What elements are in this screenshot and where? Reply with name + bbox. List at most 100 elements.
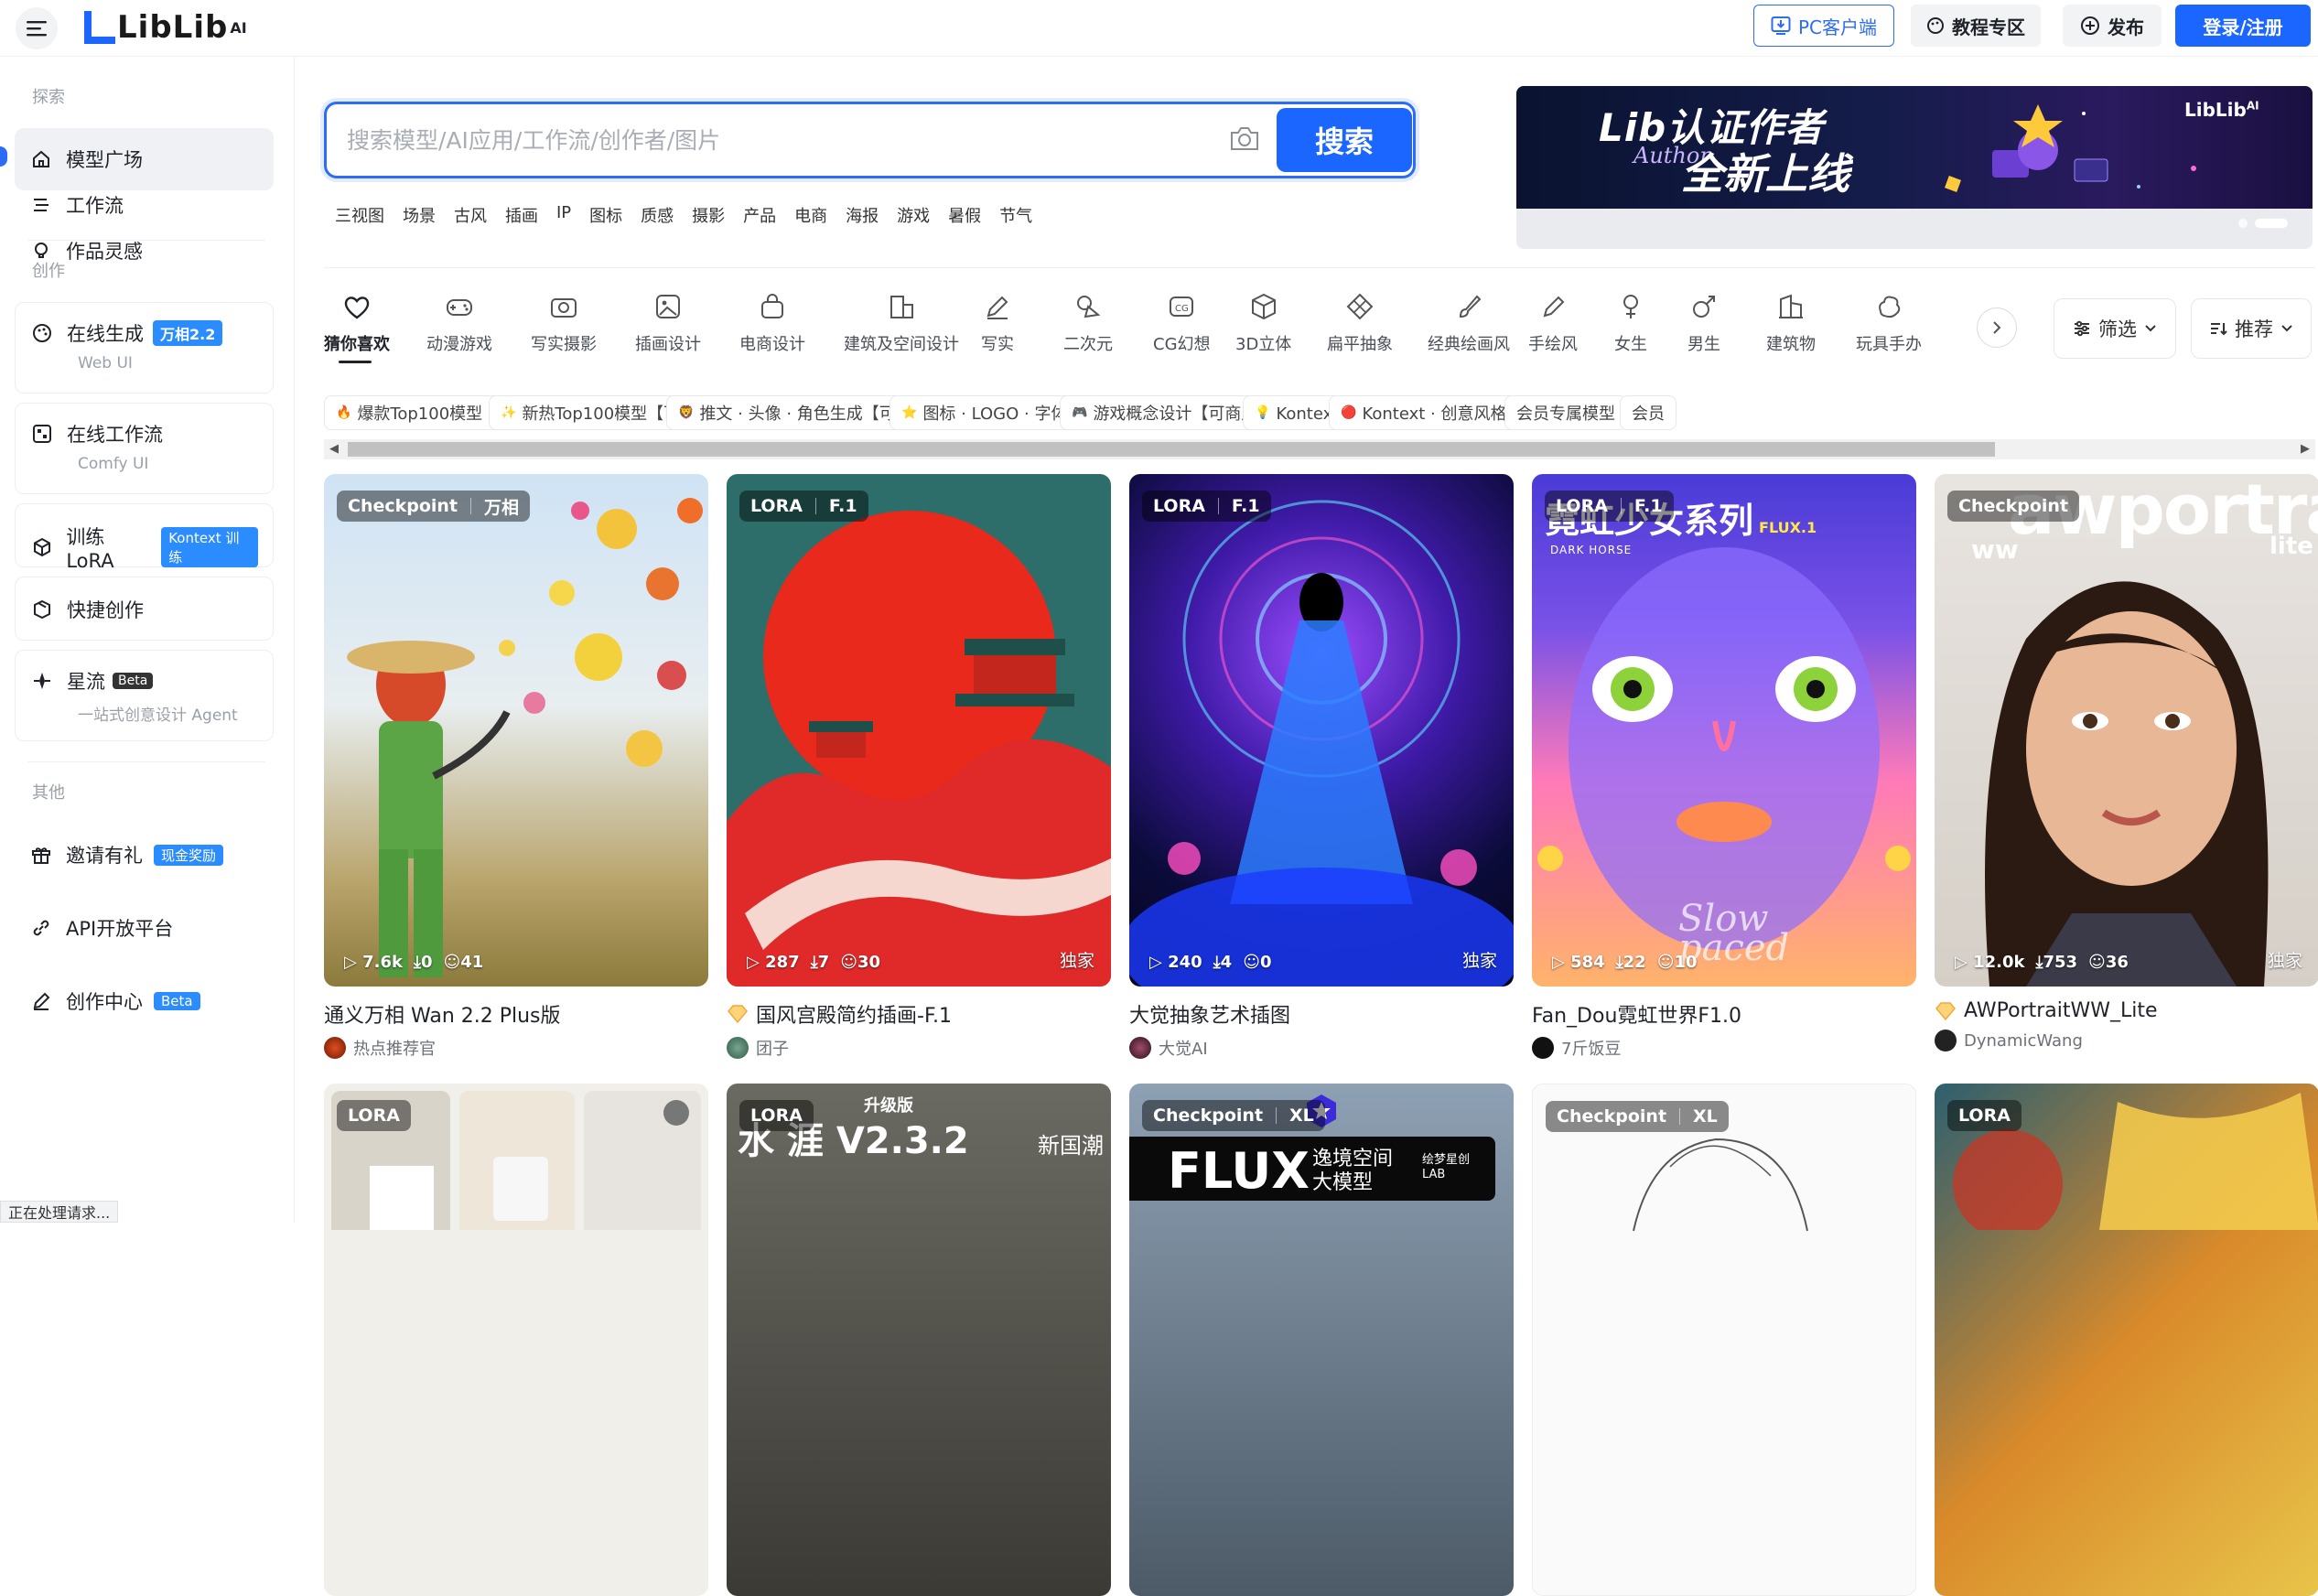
model-author[interactable]: 7斤饭豆 bbox=[1532, 1036, 1916, 1060]
collection-pill[interactable]: 🔴 Kontext · 创意风格 bbox=[1329, 395, 1519, 430]
category-tab[interactable]: 男生 bbox=[1687, 291, 1720, 355]
menu-icon[interactable] bbox=[16, 7, 58, 49]
category-tab[interactable]: 写实 bbox=[981, 291, 1014, 355]
hot-tag[interactable]: 电商 bbox=[794, 203, 827, 227]
hot-tag[interactable]: 图标 bbox=[589, 203, 622, 227]
model-author[interactable]: DynamicWang bbox=[1935, 1030, 2318, 1051]
tutorial-button[interactable]: 教程专区 bbox=[1911, 5, 2041, 47]
model-card[interactable]: 霓虹少女系列 FLUX.1 DARK HORSE Slow paced LORA F… bbox=[1532, 474, 1916, 1060]
model-card-image[interactable]: FLUX 逸境空间 大模型 绘梦星创 LAB Checkpoint XL bbox=[1129, 1084, 1514, 1596]
category-tab[interactable]: 经典绘画风 bbox=[1428, 291, 1510, 355]
hot-tag[interactable]: 产品 bbox=[743, 203, 776, 227]
carousel-dot-active[interactable] bbox=[2255, 219, 2288, 228]
model-title[interactable]: 大觉抽象艺术插图 bbox=[1129, 999, 1514, 1029]
hot-tag[interactable]: 场景 bbox=[403, 203, 436, 227]
promo-banner[interactable]: Lib认证作者 Author 全新上线 LibLibAI bbox=[1516, 86, 2313, 249]
search-input[interactable] bbox=[347, 117, 1170, 163]
category-tab[interactable]: 电商设计 bbox=[739, 291, 805, 355]
collection-pills: 🔥 爆款Top100模型【可商用】 ✨ 新热Top100模型【可商用】 🦁 推文 · 头像… bbox=[324, 395, 2315, 430]
scroll-left-arrow-icon[interactable]: ◀ bbox=[329, 442, 339, 456]
pill-icon: ⭐ bbox=[901, 405, 918, 420]
hot-tag[interactable]: 游戏 bbox=[897, 203, 930, 227]
carousel-dot[interactable] bbox=[2238, 219, 2248, 228]
hot-tag[interactable]: 三视图 bbox=[335, 203, 384, 227]
category-tab[interactable]: 扁平抽象 bbox=[1327, 291, 1393, 355]
hot-tag[interactable]: 暑假 bbox=[948, 203, 981, 227]
category-tab[interactable]: 猜你喜欢 bbox=[324, 291, 390, 355]
xingliu-card[interactable]: 星流 Beta 一站式创意设计 Agent bbox=[15, 650, 274, 741]
carousel-dots[interactable] bbox=[2238, 219, 2288, 228]
model-card[interactable]: awportrait ww lite Checkpoint ▷ 12.0k⤓75… bbox=[1935, 474, 2318, 1051]
model-author[interactable]: 大觉AI bbox=[1129, 1036, 1514, 1060]
hot-tag[interactable]: IP bbox=[556, 203, 571, 227]
divider bbox=[27, 761, 265, 762]
category-tab[interactable]: 建筑及空间设计 bbox=[844, 291, 959, 355]
pc-client-button[interactable]: PC客户端 bbox=[1753, 5, 1894, 47]
category-tab[interactable]: 女生 bbox=[1614, 291, 1647, 355]
category-next-button[interactable] bbox=[1977, 307, 2017, 348]
model-author[interactable]: 热点推荐官 bbox=[324, 1036, 708, 1060]
model-card[interactable]: Checkpoint 万相 ▷ 7.6k ⤓0 ☺41 通义万相 Wan 2.2 Pl… bbox=[324, 474, 708, 1060]
sidebar-item-invite[interactable]: 邀请有礼 现金奖励 bbox=[15, 824, 274, 886]
hot-tag[interactable]: 插画 bbox=[505, 203, 538, 227]
sidebar-item-label: 模型广场 bbox=[66, 149, 143, 171]
sidebar-item-creator[interactable]: 创作中心 Beta bbox=[15, 970, 274, 1032]
female-icon bbox=[1615, 291, 1646, 322]
hot-tag[interactable]: 古风 bbox=[454, 203, 487, 227]
category-tab[interactable]: 建筑物 bbox=[1766, 291, 1816, 355]
model-card[interactable]: LORA F.1 ▷ 287 ⤓7 ☺30 独家 国风宫殿简约插画-F.1 团子 bbox=[727, 474, 1111, 1060]
hot-tag[interactable]: 海报 bbox=[846, 203, 879, 227]
scroll-right-arrow-icon[interactable]: ▶ bbox=[2301, 442, 2310, 456]
category-tab[interactable]: 插画设计 bbox=[635, 291, 701, 355]
login-button[interactable]: 登录/注册 bbox=[2175, 5, 2311, 47]
camera-icon[interactable] bbox=[1228, 124, 1261, 156]
filter-button[interactable]: 筛选 bbox=[2054, 298, 2176, 359]
model-title[interactable]: AWPortraitWW_Lite bbox=[1935, 999, 2318, 1022]
model-card-image[interactable]: Checkpoint 万相 ▷ 7.6k ⤓0 ☺41 bbox=[324, 474, 708, 987]
train-lora-card[interactable]: 训练LoRA Kontext 训练 bbox=[15, 503, 274, 572]
model-card[interactable]: FLUX 逸境空间 大模型 绘梦星创 LAB Checkpoint XL bbox=[1129, 1084, 1514, 1596]
model-card-image[interactable]: LORA bbox=[1935, 1084, 2318, 1596]
online-generate-card[interactable]: 在线生成 万相2.2 Web UI bbox=[15, 302, 274, 394]
category-tab[interactable]: 玩具手办 bbox=[1856, 291, 1922, 355]
category-tab[interactable]: 3D立体 bbox=[1235, 291, 1291, 355]
category-tab[interactable]: 写实摄影 bbox=[531, 291, 597, 355]
model-card-image[interactable]: Checkpoint XL bbox=[1532, 1084, 1916, 1596]
collection-pill[interactable]: 会员 bbox=[1620, 395, 1677, 430]
model-author[interactable]: 团子 bbox=[727, 1036, 1111, 1060]
pill-icon: 🦁 bbox=[678, 405, 695, 420]
model-card[interactable]: Checkpoint XL bbox=[1532, 1084, 1916, 1596]
publish-button[interactable]: 发布 bbox=[2063, 5, 2162, 47]
model-card-image[interactable]: awportrait ww lite Checkpoint ▷ 12.0k⤓75… bbox=[1935, 474, 2318, 987]
sidebar-item-api[interactable]: API开放平台 bbox=[15, 897, 274, 959]
quick-create-card[interactable]: 快捷创作 bbox=[15, 577, 274, 641]
model-card[interactable]: LORA bbox=[1935, 1084, 2318, 1596]
model-title[interactable]: 通义万相 Wan 2.2 Plus版 bbox=[324, 999, 708, 1029]
model-card-image[interactable]: LORA F.1 ▷ 240 ⤓4 ☺0 独家 bbox=[1129, 474, 1514, 987]
online-workflow-card[interactable]: 在线工作流 Comfy UI bbox=[15, 403, 274, 494]
collection-pill[interactable]: 会员专属模型 bbox=[1504, 395, 1627, 430]
hot-tag[interactable]: 质感 bbox=[641, 203, 674, 227]
logo[interactable]: LibLib AI bbox=[81, 7, 247, 48]
category-tab[interactable]: 动漫游戏 bbox=[426, 291, 492, 355]
category-tab[interactable]: 二次元 bbox=[1063, 291, 1113, 355]
model-card-image[interactable]: 霓虹少女系列 FLUX.1 DARK HORSE Slow paced LORA F… bbox=[1532, 474, 1916, 987]
wanxiang-badge: 万相2.2 bbox=[153, 320, 223, 346]
model-title[interactable]: Fan_Dou霓虹世界F1.0 bbox=[1532, 999, 1916, 1029]
horizontal-scrollbar[interactable]: ◀ ▶ bbox=[324, 439, 2315, 459]
avatar bbox=[1532, 1037, 1554, 1059]
category-tab[interactable]: 手绘风 bbox=[1528, 291, 1578, 355]
search-button[interactable]: 搜索 bbox=[1277, 108, 1412, 172]
model-title[interactable]: 国风宫殿简约插画-F.1 bbox=[727, 999, 1111, 1029]
model-card[interactable]: 水 涯 V2.3.2 升级版 新国潮 LORA bbox=[727, 1084, 1111, 1596]
model-card[interactable]: LORA F.1 ▷ 240 ⤓4 ☺0 独家 大觉抽象艺术插图 大觉AI bbox=[1129, 474, 1514, 1060]
model-card[interactable]: LORA bbox=[324, 1084, 708, 1596]
scroll-thumb[interactable] bbox=[348, 442, 1995, 457]
sort-button[interactable]: 推荐 bbox=[2191, 298, 2312, 359]
hot-tag[interactable]: 节气 bbox=[999, 203, 1032, 227]
hot-tag[interactable]: 摄影 bbox=[692, 203, 725, 227]
model-card-image[interactable]: LORA bbox=[324, 1084, 708, 1596]
model-card-image[interactable]: 水 涯 V2.3.2 升级版 新国潮 LORA bbox=[727, 1084, 1111, 1596]
category-tab[interactable]: CG CG幻想 bbox=[1153, 291, 1211, 355]
model-card-image[interactable]: LORA F.1 ▷ 287 ⤓7 ☺30 独家 bbox=[727, 474, 1111, 987]
